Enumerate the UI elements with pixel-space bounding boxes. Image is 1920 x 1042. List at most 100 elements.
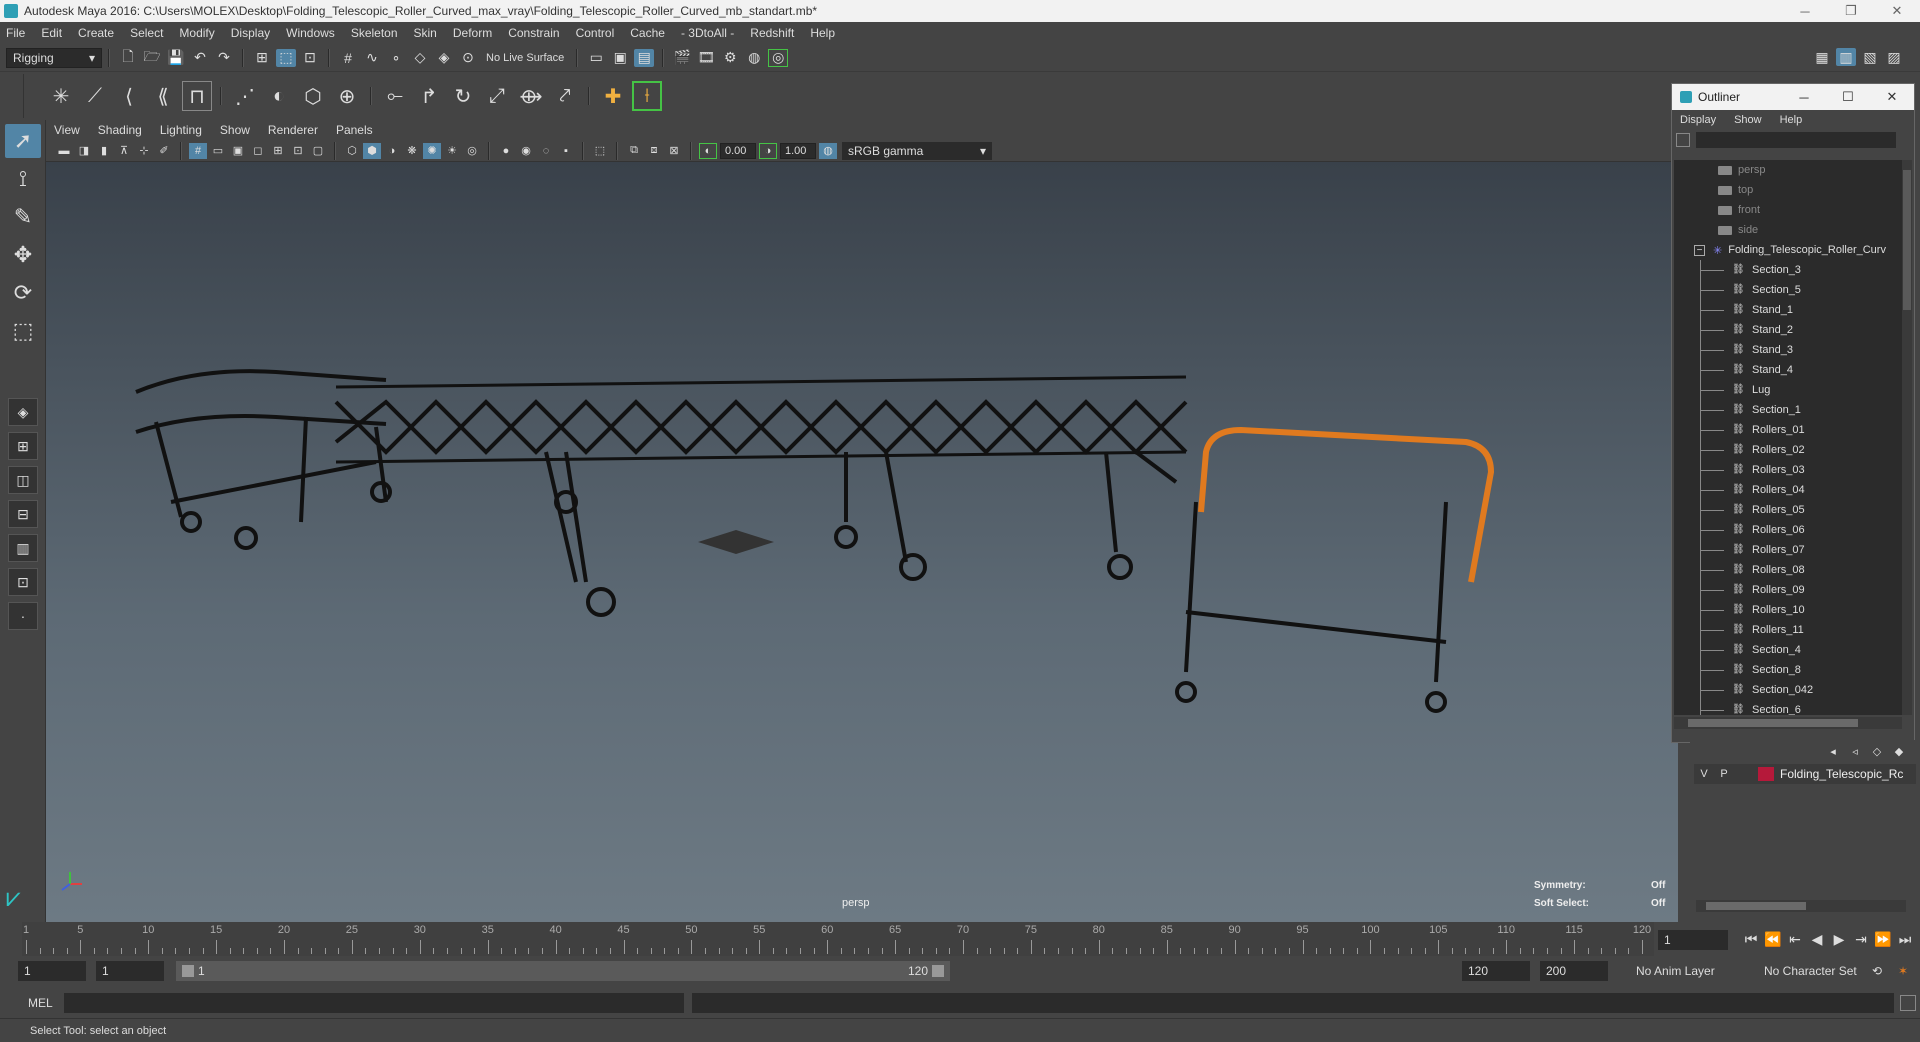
outliner-item[interactable]: ⛓ Lug: [1674, 380, 1902, 400]
shadows-icon[interactable]: ☀: [443, 143, 461, 159]
range-end-handle[interactable]: [932, 965, 944, 977]
ambient-occlusion-icon[interactable]: ●: [497, 143, 515, 159]
menu-deform[interactable]: Deform: [453, 26, 492, 40]
point-constraint-icon[interactable]: ⟜: [380, 81, 410, 111]
panel-menu-show[interactable]: Show: [220, 123, 250, 137]
menu-skeleton[interactable]: Skeleton: [351, 26, 398, 40]
menu-select[interactable]: Select: [130, 26, 163, 40]
minimize-button[interactable]: ─: [1782, 0, 1828, 22]
smooth-shade-icon[interactable]: ⬢: [363, 142, 381, 159]
outliner-item[interactable]: ⛓ Rollers_02: [1674, 440, 1902, 460]
outliner-minimize-button[interactable]: ─: [1782, 84, 1826, 110]
outliner-close-button[interactable]: ✕: [1870, 84, 1914, 110]
layer-playback-toggle[interactable]: P: [1714, 768, 1734, 780]
script-editor-icon[interactable]: [1900, 995, 1916, 1011]
new-layer-icon[interactable]: ◆: [1888, 745, 1910, 758]
restore-button[interactable]: ❐: [1828, 0, 1874, 22]
scale-constraint-icon[interactable]: ⤢: [482, 81, 512, 111]
outliner-menu-show[interactable]: Show: [1734, 114, 1762, 126]
parent-constraint-icon[interactable]: ⟴: [516, 81, 546, 111]
menu-windows[interactable]: Windows: [286, 26, 335, 40]
open-scene-icon[interactable]: 🗁: [142, 48, 162, 67]
camera-attributes-icon[interactable]: ◨: [75, 143, 93, 159]
viewport-persp[interactable]: persp Symmetry: Off Soft Select: Off: [46, 162, 1678, 922]
channel-box-toggle-icon[interactable]: ▦: [1812, 48, 1832, 66]
playback-start-field[interactable]: 1: [96, 961, 164, 981]
step-back-frame-icon[interactable]: ⇤: [1784, 928, 1806, 950]
new-layer-selected-icon[interactable]: ◇: [1866, 745, 1888, 758]
panel-menu-panels[interactable]: Panels: [336, 123, 373, 137]
menu-constrain[interactable]: Constrain: [508, 26, 559, 40]
outliner-item[interactable]: ⛓ Rollers_07: [1674, 540, 1902, 560]
outliner-item[interactable]: ⛓ Stand_1: [1674, 300, 1902, 320]
backface-culling-icon[interactable]: ⊠: [665, 143, 683, 159]
smooth-bind-icon[interactable]: ⋰: [230, 81, 260, 111]
outliner-item[interactable]: ⛓ Rollers_11: [1674, 620, 1902, 640]
save-scene-icon[interactable]: 💾: [166, 49, 186, 67]
outliner-horizontal-scrollbar[interactable]: [1674, 717, 1902, 729]
menu-help[interactable]: Help: [810, 26, 835, 40]
layer-row[interactable]: V P Folding_Telescopic_Rc: [1694, 764, 1916, 784]
outliner-item[interactable]: ⛓ Section_6: [1674, 700, 1902, 715]
snap-surface-icon[interactable]: ◈: [434, 49, 454, 67]
menu-create[interactable]: Create: [78, 26, 114, 40]
outliner-item[interactable]: ⛓ Rollers_08: [1674, 560, 1902, 580]
textured-icon[interactable]: ❋: [403, 143, 421, 159]
range-start-handle[interactable]: [182, 965, 194, 977]
outliner-maximize-button[interactable]: ☐: [1826, 84, 1870, 110]
scrollbar-thumb[interactable]: [1903, 170, 1911, 310]
close-button[interactable]: ✕: [1874, 0, 1920, 22]
character-set-dropdown[interactable]: No Character Set: [1764, 964, 1857, 978]
select-tool-icon[interactable]: ➚: [5, 124, 41, 158]
step-back-key-icon[interactable]: ⏪: [1762, 928, 1784, 950]
image-plane-icon[interactable]: ⊼: [115, 143, 133, 159]
pole-vector-icon[interactable]: ⤤: [550, 81, 580, 111]
make-live-icon[interactable]: ⊙: [458, 49, 478, 67]
four-pane-layout-icon[interactable]: ⊞: [8, 432, 38, 460]
construction-history-icon[interactable]: ▭: [586, 49, 606, 67]
go-to-end-icon[interactable]: ⏭: [1894, 928, 1916, 950]
motion-blur-icon[interactable]: ◉: [517, 143, 535, 159]
panel-menu-lighting[interactable]: Lighting: [160, 123, 202, 137]
depth-of-field-icon[interactable]: ▪: [557, 143, 575, 159]
snap-view-icon[interactable]: ◇: [410, 49, 430, 67]
grease-pencil-icon[interactable]: ✐: [155, 143, 173, 159]
menu-modify[interactable]: Modify: [179, 26, 214, 40]
safe-action-icon[interactable]: ⊡: [289, 143, 307, 159]
menu-display[interactable]: Display: [231, 26, 270, 40]
layer-color-swatch[interactable]: [1758, 767, 1774, 781]
insert-joint-icon[interactable]: ⟪: [148, 81, 178, 111]
layer-visibility-toggle[interactable]: V: [1694, 768, 1714, 780]
redshift-icon[interactable]: ◎: [768, 48, 789, 67]
outliner-menu-help[interactable]: Help: [1780, 114, 1803, 126]
outliner-item[interactable]: ⛓ Rollers_05: [1674, 500, 1902, 520]
panel-menu-shading[interactable]: Shading: [98, 123, 142, 137]
menu-cache[interactable]: Cache: [630, 26, 665, 40]
shelf-handle[interactable]: [6, 74, 24, 118]
gate-mask-icon[interactable]: ◻: [249, 143, 267, 159]
locator-icon[interactable]: ✚: [598, 81, 628, 111]
menu-file[interactable]: File: [6, 26, 25, 40]
filter-icon[interactable]: [1676, 133, 1690, 147]
layer-editor-scrollbar[interactable]: [1696, 900, 1906, 912]
hypershade-icon[interactable]: ◍: [744, 49, 764, 67]
tool-settings-toggle-icon[interactable]: ▧: [1860, 48, 1880, 66]
aim-constraint-icon[interactable]: ↱: [414, 81, 444, 111]
snap-grid-icon[interactable]: #: [338, 49, 358, 67]
select-component-icon[interactable]: ⊡: [300, 49, 320, 67]
modeling-toolkit-icon[interactable]: ▨: [1884, 48, 1904, 66]
persp-outliner-layout-icon[interactable]: ▥: [8, 534, 38, 562]
wireframe-icon[interactable]: ⬡: [343, 143, 361, 159]
input-ops-icon[interactable]: ▣: [610, 49, 630, 67]
outliner-item[interactable]: ⛓ Section_8: [1674, 660, 1902, 680]
preferences-icon[interactable]: ✶: [1898, 964, 1908, 978]
outliner-menu-display[interactable]: Display: [1680, 114, 1716, 126]
resolution-gate-icon[interactable]: ▣: [229, 143, 247, 159]
blend-shape-icon[interactable]: ⊕: [332, 81, 362, 111]
menu-3dtoall[interactable]: - 3DtoAll -: [681, 26, 734, 40]
safe-title-icon[interactable]: ▢: [309, 143, 327, 159]
camera-select-icon[interactable]: ▬: [55, 143, 73, 159]
step-forward-key-icon[interactable]: ⏩: [1872, 928, 1894, 950]
scale-tool-icon[interactable]: ⬚: [5, 314, 41, 348]
move-tool-icon[interactable]: ✥: [5, 238, 41, 272]
